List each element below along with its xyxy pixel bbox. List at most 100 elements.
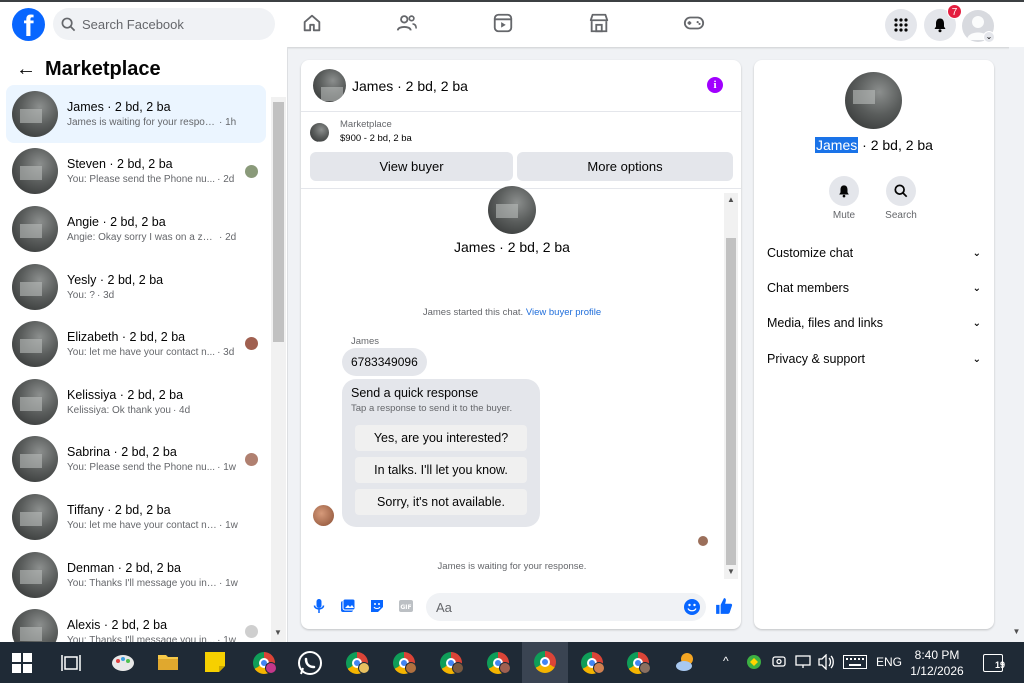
scroll-down-arrow-icon[interactable]: ▼ <box>274 628 282 637</box>
video-icon[interactable] <box>492 12 516 36</box>
info-icon[interactable]: i <box>707 77 723 93</box>
conversation-item[interactable]: Denman · 2 bd, 2 ba You: Thanks I'll mess… <box>6 546 266 604</box>
conversation-avatar <box>12 436 58 483</box>
privacy-support-section[interactable]: Privacy & support ⌄ <box>767 352 981 366</box>
chevron-down-icon[interactable]: ⌄ <box>983 31 995 43</box>
contact-avatar[interactable] <box>845 72 902 129</box>
snippet-text: You: Thanks I'll message you in... <box>67 635 216 642</box>
system-clock[interactable]: 8:40 PM 1/12/2026 <box>906 647 968 679</box>
gaming-icon[interactable] <box>683 12 707 36</box>
chrome-active-window[interactable] <box>522 642 568 683</box>
tray-app-icon[interactable] <box>746 654 762 670</box>
microphone-icon[interactable] <box>311 598 327 614</box>
conversation-item[interactable]: Steven · 2 bd, 2 ba You: Please send the … <box>6 143 266 201</box>
task-view-icon[interactable] <box>61 653 81 673</box>
notifications-button[interactable]: 7 <box>924 4 962 41</box>
conversation-name: Angie · 2 bd, 2 ba <box>67 214 166 229</box>
grid-icon <box>894 18 908 32</box>
chat-avatar[interactable] <box>313 69 346 102</box>
conversation-avatar <box>12 321 58 368</box>
back-arrow-icon[interactable]: ← <box>16 58 38 81</box>
chat-scrollbar[interactable]: ▲ ▼ <box>724 193 738 579</box>
view-buyer-button[interactable]: View buyer <box>310 152 513 181</box>
gif-icon[interactable]: GIF <box>398 598 414 614</box>
conversation-snippet: You: Please send the Phone nu... · 2d <box>67 174 247 185</box>
chrome-profile-icon[interactable] <box>485 650 511 676</box>
conversation-item[interactable]: Angie · 2 bd, 2 ba Angie: Okay sorry I wa… <box>6 200 266 258</box>
inbox-scrollbar[interactable] <box>271 97 286 642</box>
section-label: Chat members <box>767 281 849 295</box>
conversation-item[interactable]: Kelissiya · 2 bd, 2 ba Kelissiya: Ok than… <box>6 373 266 431</box>
menu-grid-button[interactable] <box>885 9 917 41</box>
quick-response-yes[interactable]: Yes, are you interested? <box>355 425 527 451</box>
notification-center-icon[interactable]: 19 <box>983 654 1005 672</box>
search-box[interactable] <box>53 8 275 40</box>
friends-icon[interactable] <box>396 12 420 36</box>
search-input[interactable] <box>82 16 262 32</box>
message-bubble[interactable]: 6783349096 <box>342 348 427 376</box>
more-options-button[interactable]: More options <box>517 152 733 181</box>
listing-summary[interactable]: Marketplace $900 - 2 bd, 2 ba <box>310 118 412 146</box>
chat-members-section[interactable]: Chat members ⌄ <box>767 281 981 295</box>
chrome-profile-icon[interactable] <box>579 650 605 676</box>
camera-tray-icon[interactable] <box>771 654 787 670</box>
chevron-up-icon[interactable]: ^ <box>723 654 729 668</box>
home-icon[interactable] <box>301 12 325 36</box>
chrome-profile-icon[interactable] <box>391 650 417 676</box>
scrollbar-thumb[interactable] <box>726 238 736 565</box>
view-buyer-profile-link[interactable]: View buyer profile <box>526 307 601 318</box>
listing-label: Marketplace <box>340 119 392 130</box>
sticker-icon[interactable] <box>369 598 385 614</box>
chrome-profile-icon[interactable] <box>438 650 464 676</box>
photo-icon[interactable] <box>340 598 356 614</box>
scroll-down-arrow-icon[interactable]: ▼ <box>1009 627 1024 636</box>
chrome-profile-icon[interactable] <box>625 650 651 676</box>
windows-start-icon[interactable] <box>12 653 32 673</box>
facebook-logo[interactable]: f <box>12 8 45 41</box>
chevron-down-icon: ⌄ <box>972 317 981 329</box>
media-files-links-section[interactable]: Media, files and links ⌄ <box>767 316 981 330</box>
marketplace-icon[interactable] <box>588 12 612 36</box>
thumbs-up-icon[interactable] <box>715 597 733 615</box>
volume-icon[interactable] <box>818 654 836 670</box>
message-input[interactable] <box>426 593 706 621</box>
chrome-profile-icon[interactable] <box>344 650 370 676</box>
whatsapp-icon[interactable] <box>297 650 323 676</box>
conversation-item[interactable]: Yesly · 2 bd, 2 ba You: ? · 3d <box>6 258 266 316</box>
conversation-avatar <box>12 148 58 195</box>
quick-response-in-talks[interactable]: In talks. I'll let you know. <box>355 457 527 483</box>
network-icon[interactable] <box>795 654 811 670</box>
section-label: Privacy & support <box>767 352 865 366</box>
conversation-item[interactable]: Elizabeth · 2 bd, 2 ba You: let me have y… <box>6 315 266 373</box>
customize-chat-section[interactable]: Customize chat ⌄ <box>767 246 981 260</box>
mute-button[interactable] <box>829 176 859 206</box>
weather-icon[interactable] <box>674 650 698 674</box>
scrollbar-thumb[interactable] <box>273 102 284 342</box>
file-explorer-icon[interactable] <box>157 652 179 672</box>
conversation-name: Alexis · 2 bd, 2 ba <box>67 618 168 633</box>
conversation-item[interactable]: Sabrina · 2 bd, 2 ba You: Please send the… <box>6 431 266 489</box>
conversation-item[interactable]: James · 2 bd, 2 ba James is waiting for y… <box>6 85 266 143</box>
search-action[interactable]: Search <box>876 176 926 221</box>
chat-title[interactable]: James · 2 bd, 2 ba <box>352 78 468 94</box>
keyboard-icon[interactable] <box>843 655 867 669</box>
paint-app-icon[interactable] <box>110 651 136 675</box>
conversation-item[interactable]: Tiffany · 2 bd, 2 ba You: let me have you… <box>6 488 266 546</box>
conversation-snippet: You: Please send the Phone nu... · 1w <box>67 462 247 473</box>
buyer-profile-avatar[interactable] <box>488 186 536 234</box>
page-scrollbar[interactable]: ▼ <box>1009 47 1024 642</box>
conversation-avatar <box>12 90 58 137</box>
selected-name-text[interactable]: James <box>815 137 859 153</box>
conversation-name: Elizabeth · 2 bd, 2 ba <box>67 330 186 345</box>
mute-action[interactable]: Mute <box>819 176 869 221</box>
search-in-chat-button[interactable] <box>886 176 916 206</box>
emoji-icon[interactable] <box>684 599 700 615</box>
language-indicator[interactable]: ENG <box>876 655 902 669</box>
conversation-snippet: You: ? · 3d <box>67 290 247 301</box>
scroll-down-arrow-icon[interactable]: ▼ <box>724 567 738 576</box>
quick-response-not-available[interactable]: Sorry, it's not available. <box>355 489 527 515</box>
scroll-up-arrow-icon[interactable]: ▲ <box>724 195 738 204</box>
sticky-notes-icon[interactable] <box>204 651 226 673</box>
chrome-profile-m-icon[interactable] <box>251 650 277 676</box>
conversation-item[interactable]: Alexis · 2 bd, 2 ba You: Thanks I'll mess… <box>6 603 266 642</box>
